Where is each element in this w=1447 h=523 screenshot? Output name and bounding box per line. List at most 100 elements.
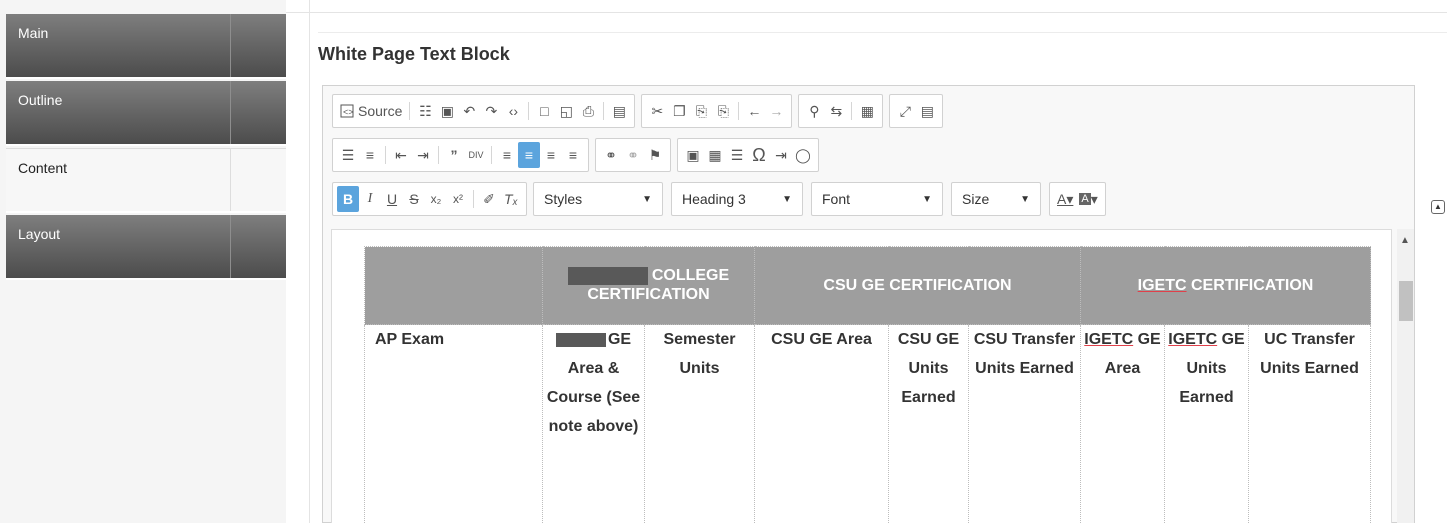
toolbar-group-colors: A▾ A ▾ (1049, 182, 1106, 216)
nav-item-content[interactable]: Content (6, 148, 286, 213)
size-dropdown-label: Size (962, 191, 990, 207)
nav-divider (230, 81, 231, 144)
superscript-icon[interactable]: x² (447, 186, 469, 212)
nav-item-label: Main (18, 25, 49, 41)
header-divider (318, 32, 1447, 33)
spellcheck-icon[interactable]: ▣ (436, 98, 458, 124)
underline-icon[interactable]: U (381, 186, 403, 212)
nav-item-main[interactable]: Main (6, 14, 286, 79)
select-all-icon[interactable]: ▦ (856, 98, 878, 124)
editor-content-area[interactable]: COLLEGE CERTIFICATION CSU GE CERTIFICATI… (331, 229, 1392, 523)
chevron-down-icon: ▼ (1020, 193, 1030, 205)
igetc-ge-units-cell: IGETC GE Units Earned (1164, 324, 1249, 523)
page-break-icon[interactable]: ⇥ (770, 142, 792, 168)
toolbar-group-lists: ☰ ≡ ⇤ ⇥ ” DIV ≡ ≡ ≡ ≡ (332, 138, 589, 172)
subscript-icon[interactable]: x₂ (425, 186, 447, 212)
igetc-word: IGETC (1084, 331, 1134, 348)
table-header-cell: CSU GE CERTIFICATION (754, 246, 1081, 325)
toolbar-separator (851, 102, 853, 120)
content-scrollbar[interactable]: ▲ (1397, 229, 1414, 523)
format-dropdown[interactable]: Heading 3 ▼ (671, 182, 803, 216)
numbered-list-icon[interactable]: ☰ (337, 142, 359, 168)
italic-icon[interactable]: I (359, 186, 381, 212)
scrollbar-thumb[interactable] (1399, 281, 1413, 321)
link-icon[interactable]: ⚭ (600, 142, 622, 168)
csu-ge-units-cell: CSU GE Units Earned (888, 324, 969, 523)
table-header-cell: IGETC CERTIFICATION (1080, 246, 1371, 325)
align-right-icon[interactable]: ≡ (540, 142, 562, 168)
templates-icon[interactable]: ▤ (608, 98, 630, 124)
csu-transfer-units-cell: CSU Transfer Units Earned (968, 324, 1081, 523)
toolbar-separator (738, 102, 740, 120)
nav-item-layout[interactable]: Layout (6, 215, 286, 280)
align-center-icon[interactable]: ≡ (518, 142, 540, 168)
collapse-toolbar-icon[interactable]: ▲ (1431, 200, 1445, 214)
toolbar-separator (473, 190, 474, 208)
toolbar-group-find: ⚲ ⇆ ▦ (798, 94, 884, 128)
table-icon[interactable]: ▦ (704, 142, 726, 168)
special-char-icon[interactable]: Ω (748, 142, 770, 168)
indent-icon[interactable]: ⇥ (412, 142, 434, 168)
igetc-cert-header: CERTIFICATION (1186, 276, 1314, 294)
side-nav: Main Outline Content Layout (0, 0, 286, 523)
undo-template-icon[interactable]: ↶ (458, 98, 480, 124)
remove-format-icon[interactable]: Tₓ (500, 186, 522, 212)
copy-icon[interactable]: ❐ (668, 98, 690, 124)
background-color-icon[interactable]: A ▾ (1076, 186, 1100, 212)
styles-dropdown[interactable]: Styles ▼ (533, 182, 663, 216)
redo-template-icon[interactable]: ↷ (480, 98, 502, 124)
maximize-icon[interactable]: ⤢ (894, 98, 916, 124)
outdent-icon[interactable]: ⇤ (390, 142, 412, 168)
source-button[interactable]: <> Source (337, 98, 405, 124)
paste-word-icon[interactable]: ⎘ (712, 98, 734, 124)
replace-icon[interactable]: ⇆ (825, 98, 847, 124)
new-page-icon[interactable]: □ (533, 98, 555, 124)
uc-transfer-units-cell: UC Transfer Units Earned (1248, 324, 1371, 523)
undo-icon[interactable]: ← (743, 98, 765, 124)
csu-cert-header: CSU GE CERTIFICATION (823, 276, 1012, 294)
toolbar-separator (528, 102, 530, 120)
size-dropdown[interactable]: Size ▼ (951, 182, 1041, 216)
code-icon[interactable]: ‹› (502, 98, 524, 124)
blockquote-icon[interactable]: ” (443, 142, 465, 168)
text-color-icon[interactable]: A▾ (1054, 186, 1076, 212)
cut-icon[interactable]: ✂ (646, 98, 668, 124)
horizontal-line-icon[interactable]: ☰ (726, 142, 748, 168)
font-dropdown[interactable]: Font ▼ (811, 182, 943, 216)
bold-icon[interactable]: B (337, 186, 359, 212)
chevron-down-icon: ▼ (922, 193, 932, 205)
scroll-up-arrow-icon[interactable]: ▲ (1400, 235, 1410, 246)
table-row: AP Exam GE Area & Course (See note above… (364, 324, 1371, 523)
table-header-cell (364, 246, 543, 325)
nav-divider (230, 14, 231, 77)
nav-divider (230, 149, 231, 211)
toolbar-group-document: <> Source ☷ ▣ ↶ ↷ ‹› □ ◱ ⎙ ▤ (332, 94, 636, 128)
strikethrough-icon[interactable]: S (403, 186, 425, 212)
anchor-flag-icon[interactable]: ⚑ (644, 142, 666, 168)
source-icon: <> (340, 104, 354, 118)
justify-icon[interactable]: ≡ (562, 142, 584, 168)
toolbar-separator (409, 102, 411, 120)
div-container-icon[interactable]: DIV (465, 142, 487, 168)
redo-icon[interactable]: → (765, 98, 787, 124)
find-in-page-icon[interactable]: ☷ (414, 98, 436, 124)
app-root: Main Outline Content Layout White Page T… (0, 0, 1447, 523)
chevron-down-icon: ▼ (642, 193, 652, 205)
source-label: Source (358, 103, 403, 119)
redacted-block (567, 267, 648, 286)
preview-icon[interactable]: ◱ (555, 98, 577, 124)
nav-item-outline[interactable]: Outline (6, 81, 286, 146)
iframe-globe-icon[interactable]: ◯ (792, 142, 814, 168)
copy-format-icon[interactable]: ✐ (478, 186, 500, 212)
paste-icon[interactable]: ⎘ (690, 98, 712, 124)
csu-ge-area-cell: CSU GE Area (754, 324, 889, 523)
image-icon[interactable]: ▣ (682, 142, 704, 168)
toolbar-row-2: ☰ ≡ ⇤ ⇥ ” DIV ≡ ≡ ≡ ≡ ⚭ ⚭ ⚑ ▣ ▦ ☰ Ω ⇥ ◯ (332, 138, 825, 172)
print-icon[interactable]: ⎙ (577, 98, 599, 124)
toolbar-separator (385, 146, 386, 164)
align-left-icon[interactable]: ≡ (496, 142, 518, 168)
search-icon[interactable]: ⚲ (803, 98, 825, 124)
unlink-icon[interactable]: ⚭ (622, 142, 644, 168)
bulleted-list-icon[interactable]: ≡ (359, 142, 381, 168)
show-blocks-icon[interactable]: ▤ (916, 98, 938, 124)
